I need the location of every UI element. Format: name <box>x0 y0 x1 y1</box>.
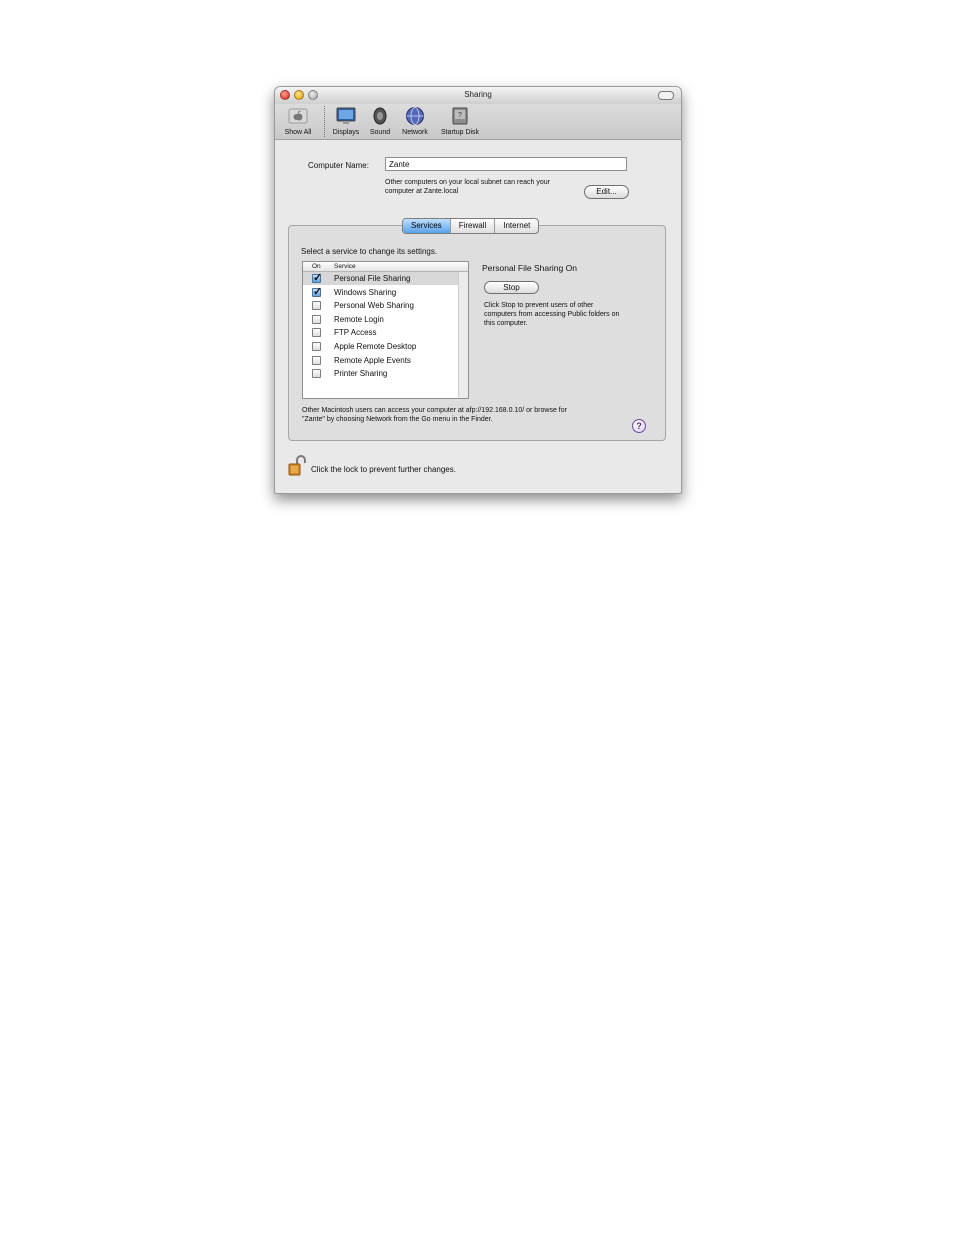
service-row[interactable]: Personal Web Sharing <box>303 299 458 312</box>
toolbar-displays[interactable]: Displays <box>331 106 361 136</box>
afp-access-note: Other Macintosh users can access your co… <box>302 407 567 423</box>
service-row[interactable]: Apple Remote Desktop <box>303 340 458 353</box>
status-description: Click Stop to prevent users of other com… <box>484 302 620 327</box>
service-row[interactable]: FTP Access <box>303 326 458 339</box>
preferences-content: Computer Name: Zante Other computers on … <box>275 140 681 493</box>
service-name: Personal Web Sharing <box>334 301 414 311</box>
service-row[interactable]: Printer Sharing <box>303 367 458 380</box>
computer-name-label: Computer Name: <box>308 161 369 170</box>
services-list[interactable]: On Service Personal File Sharing Windows … <box>302 261 469 399</box>
lock-message: Click the lock to prevent further change… <box>311 465 456 474</box>
tab-bar: Services Firewall Internet <box>402 218 540 234</box>
toolbar-sound[interactable]: Sound <box>367 106 393 136</box>
service-checkbox[interactable] <box>312 355 321 365</box>
tab-internet[interactable]: Internet <box>495 219 538 233</box>
service-checkbox[interactable] <box>312 301 321 311</box>
service-checkbox[interactable] <box>312 328 321 338</box>
svg-text:?: ? <box>458 112 462 119</box>
tab-services[interactable]: Services <box>403 219 451 233</box>
disk-icon: ? <box>450 106 470 126</box>
computer-name-field[interactable]: Zante <box>385 157 627 171</box>
services-panel: Select a service to change its settings.… <box>288 225 666 441</box>
toolbar-toggle-button[interactable] <box>658 91 674 100</box>
service-checkbox[interactable] <box>312 285 322 298</box>
tab-firewall[interactable]: Firewall <box>451 219 496 233</box>
edit-button[interactable]: Edit... <box>584 185 629 199</box>
service-name: Printer Sharing <box>334 369 388 379</box>
services-list-header: On Service <box>303 262 468 272</box>
service-row[interactable]: Windows Sharing <box>303 285 458 299</box>
toolbar-show-all[interactable]: Show All <box>281 106 315 136</box>
window-title: Sharing <box>464 90 492 99</box>
service-row[interactable]: Personal File Sharing <box>303 271 458 285</box>
service-name: Personal File Sharing <box>334 274 411 283</box>
toolbar-startup-disk[interactable]: ? Startup Disk <box>437 106 483 136</box>
service-name: Remote Apple Events <box>334 355 411 365</box>
service-row[interactable]: Remote Apple Events <box>303 354 458 367</box>
status-title: Personal File Sharing On <box>482 263 577 273</box>
stop-button[interactable]: Stop <box>484 281 539 294</box>
service-checkbox[interactable] <box>312 271 322 284</box>
help-button[interactable]: ? <box>632 419 646 433</box>
speaker-icon <box>370 106 390 126</box>
services-scrollbar[interactable] <box>458 272 468 398</box>
lock-icon[interactable] <box>288 455 306 477</box>
service-name: Windows Sharing <box>334 287 397 297</box>
display-icon <box>336 106 356 126</box>
subnet-info: Other computers on your local subnet can… <box>385 179 550 195</box>
service-name: Remote Login <box>334 314 384 324</box>
column-on[interactable]: On <box>312 263 321 270</box>
toolbar: Show All Displays Sound Network ? Startu… <box>275 104 681 140</box>
toolbar-network[interactable]: Network <box>397 106 433 136</box>
service-name: FTP Access <box>334 328 377 338</box>
service-row[interactable]: Remote Login <box>303 313 458 326</box>
sharing-window: Sharing Show All Displays Sound Network … <box>274 86 682 494</box>
column-service[interactable]: Service <box>334 263 356 270</box>
service-checkbox[interactable] <box>312 314 321 324</box>
service-checkbox[interactable] <box>312 342 321 351</box>
title-bar[interactable]: Sharing <box>275 87 681 104</box>
apple-icon <box>288 106 308 126</box>
services-instruction: Select a service to change its settings. <box>301 247 438 256</box>
toolbar-separator <box>324 106 325 137</box>
service-name: Apple Remote Desktop <box>334 342 417 351</box>
globe-icon <box>405 106 425 126</box>
service-checkbox[interactable] <box>312 369 321 379</box>
